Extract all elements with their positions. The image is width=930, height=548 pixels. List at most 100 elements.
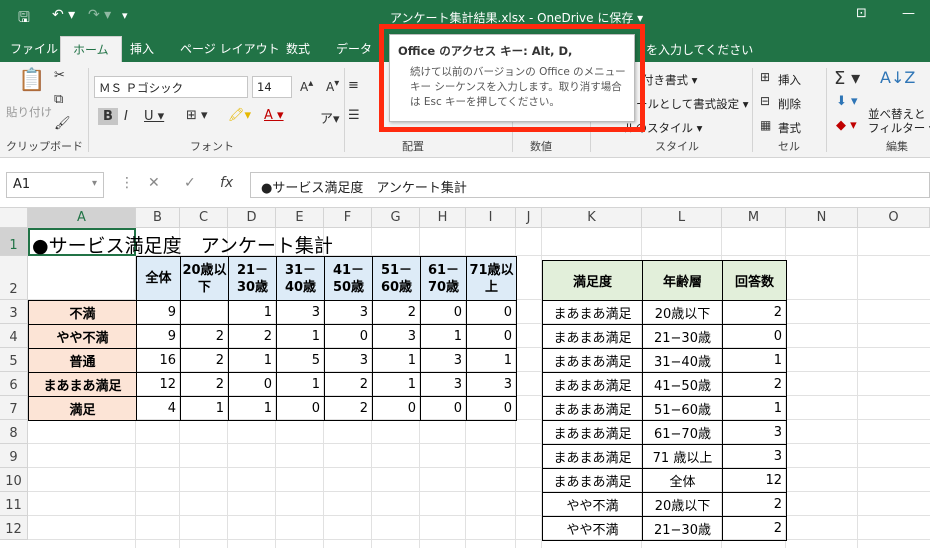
column-header-E[interactable]: E — [276, 208, 324, 228]
column-header-K[interactable]: K — [542, 208, 642, 228]
column-header-F[interactable]: F — [324, 208, 372, 228]
list-cell[interactable]: 41−50歳 — [642, 372, 723, 397]
row-header-7[interactable]: 7 — [0, 396, 28, 420]
format-painter-icon[interactable]: 🖌 — [54, 116, 71, 131]
column-header-M[interactable]: M — [722, 208, 786, 228]
data-cell[interactable]: 3 — [420, 372, 467, 397]
paste-button[interactable]: 貼り付け — [6, 104, 52, 120]
data-cell[interactable]: 2 — [180, 324, 229, 349]
cancel-icon[interactable]: ✕ — [148, 175, 160, 191]
format-cells-button[interactable]: 書式 — [778, 120, 801, 136]
list-cell[interactable]: 1 — [722, 348, 787, 373]
autosum-icon[interactable]: Σ ▾ — [834, 68, 860, 89]
bold-icon[interactable]: B — [98, 108, 118, 125]
format-cells-icon[interactable]: ▦ — [760, 118, 771, 132]
list-cell[interactable]: 61−70歳 — [642, 420, 723, 445]
list-cell[interactable]: 2 — [722, 372, 787, 397]
delete-cells-button[interactable]: 削除 — [778, 96, 801, 112]
ribbon-display-icon[interactable]: ⊡ — [856, 6, 867, 21]
list-cell[interactable]: 0 — [722, 324, 787, 349]
data-cell[interactable]: 16 — [136, 348, 181, 373]
borders-icon[interactable]: ⊞ ▾ — [186, 108, 208, 123]
cut-icon[interactable]: ✂ — [54, 68, 65, 83]
clear-icon[interactable]: ◆ ▾ — [836, 118, 857, 133]
data-cell[interactable]: 0 — [276, 396, 325, 421]
formula-input[interactable]: ●サービス満足度 アンケート集計 — [250, 172, 930, 198]
list-cell[interactable]: まあまあ満足 — [542, 468, 643, 493]
list-cell[interactable]: 20歳以下 — [642, 492, 723, 517]
customize-qat-icon[interactable]: ▾ — [122, 9, 128, 22]
list-cell[interactable]: 2 — [722, 492, 787, 517]
table-header-cell[interactable]: 21－30歳 — [228, 256, 277, 301]
data-cell[interactable]: 5 — [276, 348, 325, 373]
table-header-cell[interactable]: 41－50歳 — [324, 256, 373, 301]
list-cell[interactable]: まあまあ満足 — [542, 420, 643, 445]
list-cell[interactable]: 21−30歳 — [642, 516, 723, 541]
fill-color-icon[interactable]: 🖍▾ — [228, 108, 251, 123]
list-cell[interactable]: 3 — [722, 420, 787, 445]
tab-file[interactable]: ファイル — [10, 40, 58, 57]
column-header-H[interactable]: H — [420, 208, 466, 228]
data-cell[interactable]: 0 — [466, 324, 517, 349]
column-header-A[interactable]: A — [28, 208, 136, 228]
tab-page-layout[interactable]: ページ レイアウト — [180, 40, 280, 57]
row-header-5[interactable]: 5 — [0, 348, 28, 372]
table-header-cell[interactable]: 20歳以下 — [180, 256, 229, 301]
column-header-O[interactable]: O — [858, 208, 930, 228]
column-header-N[interactable]: N — [786, 208, 858, 228]
table-header-cell[interactable]: 全体 — [136, 256, 181, 301]
data-cell[interactable]: 1 — [180, 396, 229, 421]
list-cell[interactable]: まあまあ満足 — [542, 444, 643, 469]
shrink-font-icon[interactable]: A▾ — [326, 78, 339, 94]
tell-me-box[interactable]: を入力してください — [646, 41, 753, 58]
minimize-icon[interactable]: — — [902, 6, 915, 21]
row-label-cell[interactable]: やや不満 — [28, 324, 137, 349]
underline-icon[interactable]: U ▾ — [144, 109, 164, 124]
column-header-I[interactable]: I — [466, 208, 516, 228]
list-cell[interactable]: まあまあ満足 — [542, 300, 643, 325]
name-box[interactable]: A1 — [6, 172, 104, 198]
list-cell[interactable]: 3 — [722, 444, 787, 469]
tab-formulas[interactable]: 数式 — [286, 40, 310, 57]
table-header-cell[interactable]: 51－60歳 — [372, 256, 421, 301]
data-cell[interactable]: 2 — [228, 324, 277, 349]
conditional-format-button[interactable]: 付き書式 ▾ — [642, 72, 697, 88]
sheet-title[interactable]: ●サービス満足度 アンケート集計 — [32, 231, 333, 258]
enter-icon[interactable]: ✓ — [184, 175, 196, 191]
list-header-cell[interactable]: 年齢層 — [642, 260, 723, 301]
save-icon[interactable]: 🖫 — [18, 7, 30, 31]
column-header-J[interactable]: J — [516, 208, 542, 228]
align-left-icon[interactable]: ☰ — [348, 108, 360, 123]
list-cell[interactable]: やや不満 — [542, 516, 643, 541]
row-header-2[interactable]: 2 — [0, 256, 28, 300]
font-name-combo[interactable]: ＭＳ Ｐゴシック — [94, 76, 248, 98]
namebox-dropdown-icon[interactable]: ▾ — [92, 178, 97, 189]
data-cell[interactable]: 3 — [324, 300, 373, 325]
data-cell[interactable]: 3 — [372, 324, 421, 349]
row-header-9[interactable]: 9 — [0, 444, 28, 468]
data-cell[interactable]: 0 — [420, 300, 467, 325]
list-cell[interactable]: 全体 — [642, 468, 723, 493]
insert-function-icon[interactable]: fx — [220, 175, 233, 191]
data-cell[interactable]: 1 — [372, 348, 421, 373]
data-cell[interactable]: 0 — [420, 396, 467, 421]
data-cell[interactable]: 9 — [136, 324, 181, 349]
align-top-icon[interactable]: ≡ — [348, 78, 359, 93]
list-cell[interactable]: 2 — [722, 516, 787, 541]
insert-cells-icon[interactable]: ⊞ — [760, 70, 770, 84]
data-cell[interactable]: 0 — [324, 324, 373, 349]
data-cell[interactable]: 3 — [276, 300, 325, 325]
data-cell[interactable]: 3 — [324, 348, 373, 373]
list-cell[interactable]: まあまあ満足 — [542, 348, 643, 373]
row-label-cell[interactable]: まあまあ満足 — [28, 372, 137, 397]
font-color-icon[interactable]: A ▾ — [264, 108, 284, 123]
row-header-4[interactable]: 4 — [0, 324, 28, 348]
paste-icon[interactable]: 📋 — [18, 68, 45, 93]
grow-font-icon[interactable]: A▴ — [300, 78, 313, 94]
data-cell[interactable]: 1 — [420, 324, 467, 349]
row-label-cell[interactable]: 満足 — [28, 396, 137, 421]
format-as-table-button[interactable]: ールとして書式設定 ▾ — [636, 96, 749, 112]
list-cell[interactable]: 31−40歳 — [642, 348, 723, 373]
row-header-8[interactable]: 8 — [0, 420, 28, 444]
list-cell[interactable]: 71 歳以上 — [642, 444, 723, 469]
